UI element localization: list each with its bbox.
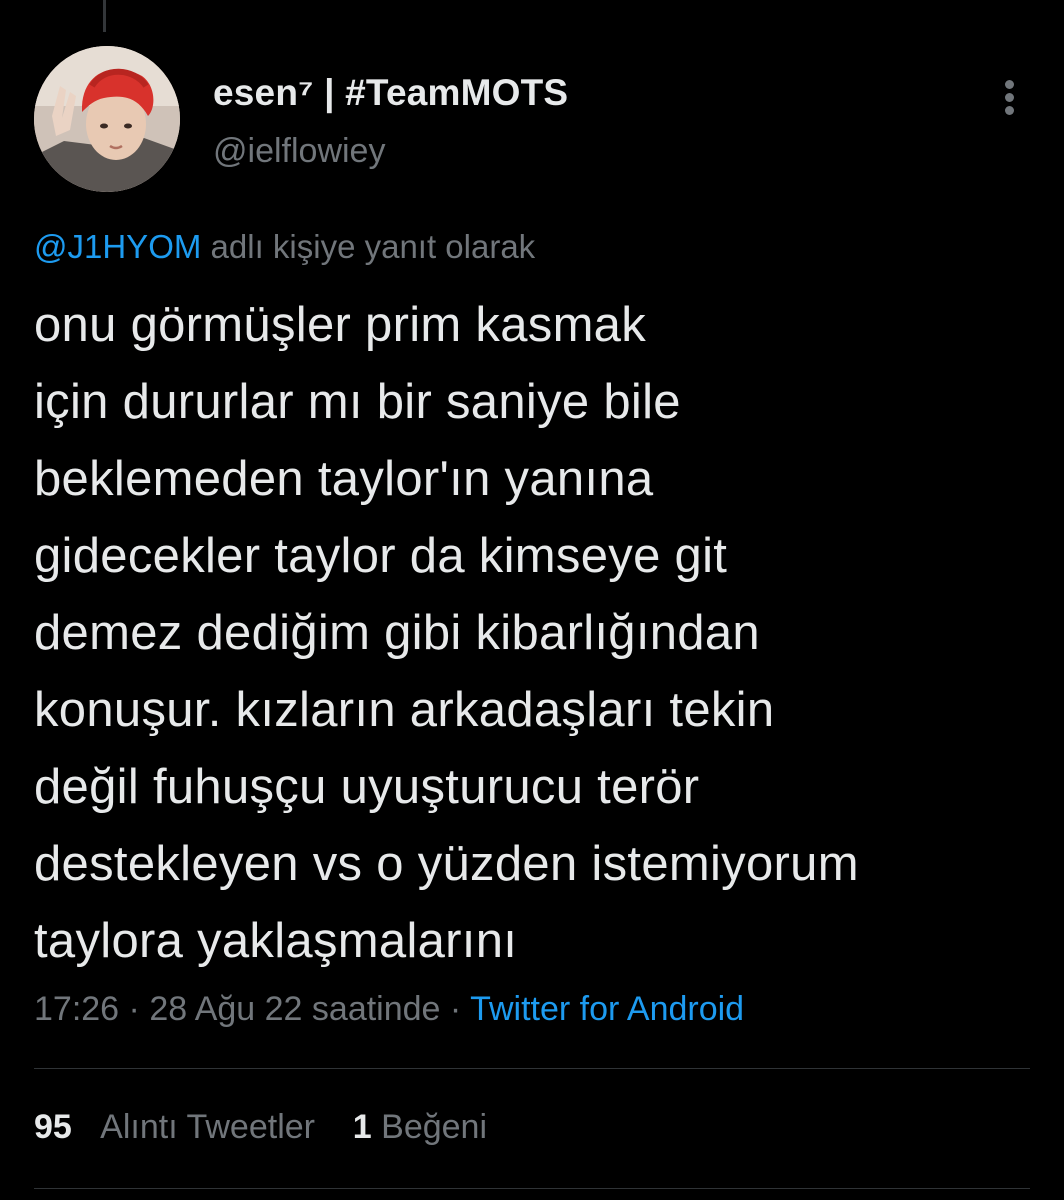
likes-stat[interactable]: 1 Beğeni: [353, 1108, 487, 1146]
divider: [34, 1068, 1030, 1069]
tweet-text: onu görmüşler prim kasmak için dururlar …: [34, 287, 1044, 980]
more-options-icon[interactable]: [990, 72, 1030, 122]
tweet-date[interactable]: 28 Ağu 22 saatinde: [149, 990, 440, 1028]
quote-tweets-count: 95: [34, 1108, 72, 1146]
tweet-line: taylora yaklaşmalarını: [34, 914, 518, 968]
tweet-source-link[interactable]: Twitter for Android: [470, 990, 744, 1028]
tweet-line: değil fuhuşçu uyuşturucu terör: [34, 760, 700, 814]
tweet-meta: 17:26 · 28 Ağu 22 saatinde · Twitter for…: [34, 990, 744, 1029]
meta-separator: ·: [440, 990, 471, 1028]
author-display-name[interactable]: esen⁷ | #TeamMOTS: [213, 72, 568, 114]
tweet-line: için dururlar mı bir saniye bile: [34, 375, 681, 429]
likes-count: 1: [352, 1108, 372, 1146]
avatar-image: [34, 46, 180, 192]
likes-label: Beğeni: [381, 1108, 488, 1146]
more-dot: [1005, 106, 1014, 115]
tweet-line: demez dediğim gibi kibarlığından: [34, 606, 760, 660]
tweet-stats: 95 Alıntı Tweetler 1 Beğeni: [34, 1108, 487, 1147]
author-handle[interactable]: @ielflowiey: [213, 132, 385, 171]
tweet-line: gidecekler taylor da kimseye git: [34, 529, 728, 583]
quote-tweets-label: Alıntı Tweetler: [100, 1108, 315, 1146]
tweet-line: onu görmüşler prim kasmak: [34, 298, 647, 352]
more-dot: [1005, 93, 1014, 102]
reply-context-label: adlı kişiye yanıt olarak: [201, 228, 536, 265]
more-dot: [1005, 80, 1014, 89]
reply-mention-link[interactable]: @J1HYOM: [34, 228, 201, 265]
tweet-time[interactable]: 17:26: [34, 990, 119, 1028]
meta-separator: ·: [119, 990, 150, 1028]
tweet-line: destekleyen vs o yüzden istemiyorum: [34, 837, 859, 891]
reply-context: @J1HYOM adlı kişiye yanıt olarak: [34, 228, 535, 266]
avatar[interactable]: [34, 46, 180, 192]
tweet-line: konuşur. kızların arkadaşları tekin: [34, 683, 775, 737]
tweet-line: beklemeden taylor'ın yanına: [34, 452, 654, 506]
divider: [34, 1188, 1030, 1189]
quote-tweets-stat[interactable]: 95 Alıntı Tweetler: [34, 1108, 315, 1146]
thread-connector-line: [103, 0, 106, 32]
